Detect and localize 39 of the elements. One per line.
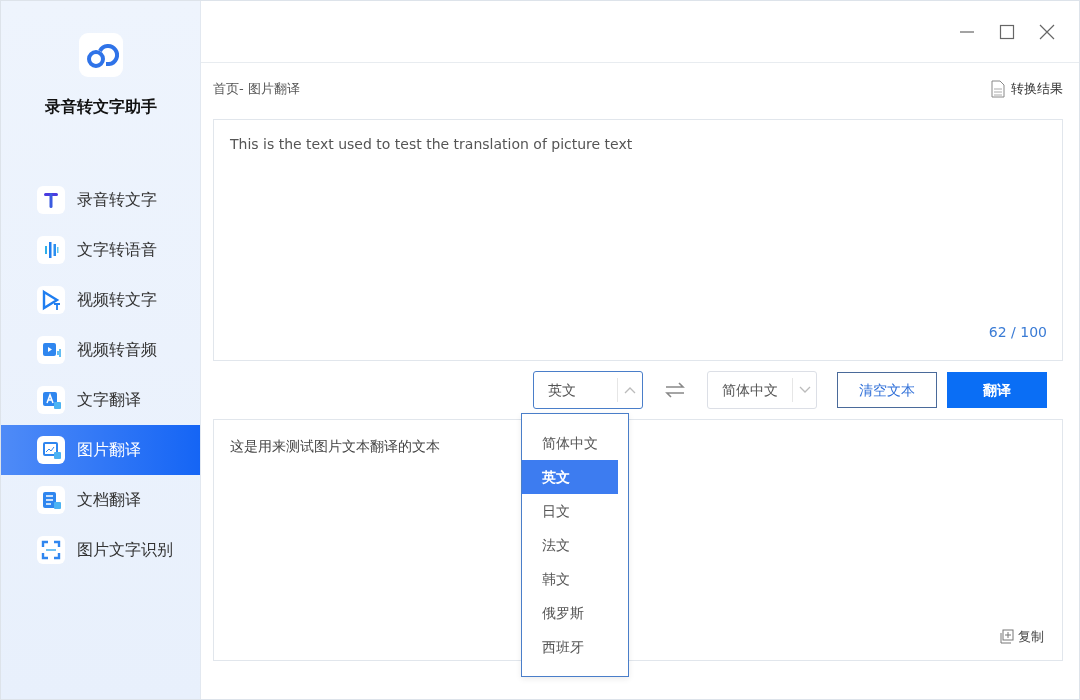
- image-translate-icon: [40, 439, 62, 461]
- swap-icon[interactable]: [665, 382, 685, 398]
- dropdown-option[interactable]: 西班牙: [522, 630, 618, 664]
- translate-icon: [40, 389, 62, 411]
- translated-text: 这是用来测试图片文本翻译的文本: [230, 438, 440, 454]
- sidebar-item[interactable]: 视频转音频: [1, 325, 200, 375]
- breadcrumb: 首页- 图片翻译: [213, 80, 300, 99]
- source-language-select[interactable]: 英文: [533, 371, 643, 409]
- dropdown-option[interactable]: 日文: [522, 494, 618, 528]
- clear-text-button[interactable]: 清空文本: [837, 372, 937, 408]
- sidebar-item[interactable]: 视频转文字: [1, 275, 200, 325]
- dropdown-option[interactable]: 英文: [522, 460, 618, 494]
- sidebar-item[interactable]: 图片文字识别: [1, 525, 200, 575]
- sidebar-item[interactable]: 文字翻译: [1, 375, 200, 425]
- scan-icon: [40, 539, 62, 561]
- app-logo: [78, 33, 123, 77]
- dropdown-option[interactable]: 俄罗斯: [522, 596, 618, 630]
- character-count: 62 / 100: [988, 323, 1047, 342]
- sidebar-item[interactable]: 文档翻译: [1, 475, 200, 525]
- dropdown-option[interactable]: 法文: [522, 528, 618, 562]
- sidebar-item[interactable]: 文字转语音: [1, 225, 200, 275]
- target-language-select[interactable]: 简体中文: [707, 371, 817, 409]
- chevron-up-icon: [624, 386, 636, 394]
- translate-button[interactable]: 翻译: [947, 372, 1047, 408]
- document-icon: [40, 489, 62, 511]
- dropdown-option[interactable]: 韩文: [522, 562, 618, 596]
- chevron-down-icon: [799, 386, 811, 394]
- dropdown-option[interactable]: 简体中文: [522, 426, 618, 460]
- sidebar-item[interactable]: 图片翻译: [1, 425, 200, 475]
- copy-icon: [999, 628, 1014, 644]
- result-link[interactable]: 转换结果: [991, 79, 1063, 99]
- copy-button[interactable]: 复制: [999, 626, 1044, 646]
- maximize-icon: [999, 24, 1015, 40]
- minimize-icon: [959, 30, 975, 33]
- app-title: 录音转文字助手: [43, 96, 158, 118]
- play-icon: [40, 289, 62, 311]
- document-icon: [991, 80, 1005, 98]
- close-icon: [1039, 24, 1055, 40]
- sidebar-item[interactable]: 录音转文字: [1, 175, 200, 225]
